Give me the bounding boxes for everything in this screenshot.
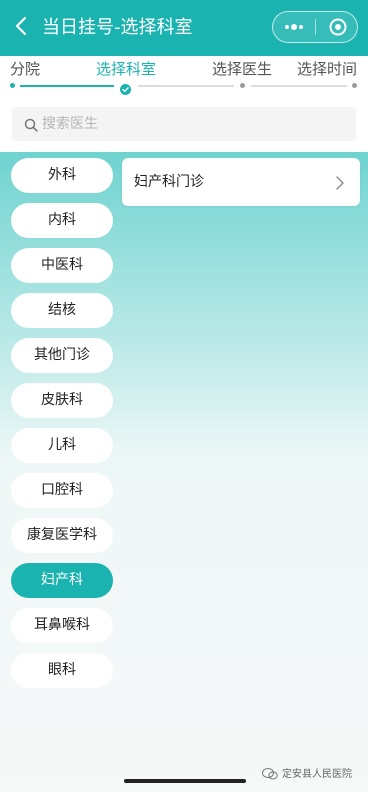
search-area (0, 96, 368, 154)
step-doctor-label: 选择医生 (212, 60, 273, 78)
watermark: 定安县人民医院 (262, 766, 364, 784)
search-doctor-input[interactable] (42, 107, 342, 141)
department-item-other-clinic[interactable]: 其他门诊 (11, 338, 113, 373)
department-item-stomatology[interactable]: 口腔科 (11, 473, 113, 508)
department-item-ophthalmology[interactable]: 眼科 (11, 653, 113, 688)
step-line-1 (20, 85, 114, 87)
department-panel: 外科 内科 中医科 结核 其他门诊 皮肤科 儿科 口腔科 康复医学科 妇产科 耳… (0, 152, 368, 792)
department-item-tuberculosis[interactable]: 结核 (11, 293, 113, 328)
department-item-surgery[interactable]: 外科 (11, 158, 113, 193)
step-department-label: 选择科室 (96, 60, 157, 78)
step-time-label: 选择时间 (297, 60, 358, 78)
step-department-check-icon (120, 80, 131, 95)
clinic-item[interactable]: 妇产科门诊 (122, 158, 360, 206)
step-line-3 (251, 85, 347, 87)
department-item-obstetrics-gynecology[interactable]: 妇产科 (11, 563, 113, 598)
department-item-rehabilitation[interactable]: 康复医学科 (11, 518, 113, 553)
step-doctor-dot (240, 83, 245, 88)
home-indicator (124, 779, 246, 783)
wechat-icon (262, 768, 278, 780)
clinic-item-label: 妇产科门诊 (134, 174, 204, 190)
department-item-tcm[interactable]: 中医科 (11, 248, 113, 283)
department-item-dermatology[interactable]: 皮肤科 (11, 383, 113, 418)
search-icon (24, 117, 38, 132)
search-box[interactable] (12, 107, 356, 141)
close-miniprogram-icon[interactable] (316, 12, 358, 42)
step-time-dot (352, 83, 357, 88)
step-branch-label[interactable]: 分院 (10, 59, 40, 79)
miniprogram-capsule (272, 11, 358, 43)
title-bar: 当日挂号-选择科室 (0, 0, 368, 56)
chevron-right-icon (336, 175, 344, 190)
department-item-ent[interactable]: 耳鼻喉科 (11, 608, 113, 643)
back-arrow-icon[interactable] (10, 14, 34, 38)
department-item-pediatrics[interactable]: 儿科 (11, 428, 113, 463)
watermark-text: 定安县人民医院 (282, 769, 352, 780)
more-icon[interactable] (273, 12, 315, 42)
step-branch-dot (10, 83, 15, 88)
step-line-2 (138, 85, 234, 87)
page-title: 当日挂号-选择科室 (42, 17, 193, 38)
department-item-internal-medicine[interactable]: 内科 (11, 203, 113, 238)
step-indicator: 分院 选择科室 选择医生 选择时间 (0, 56, 368, 96)
